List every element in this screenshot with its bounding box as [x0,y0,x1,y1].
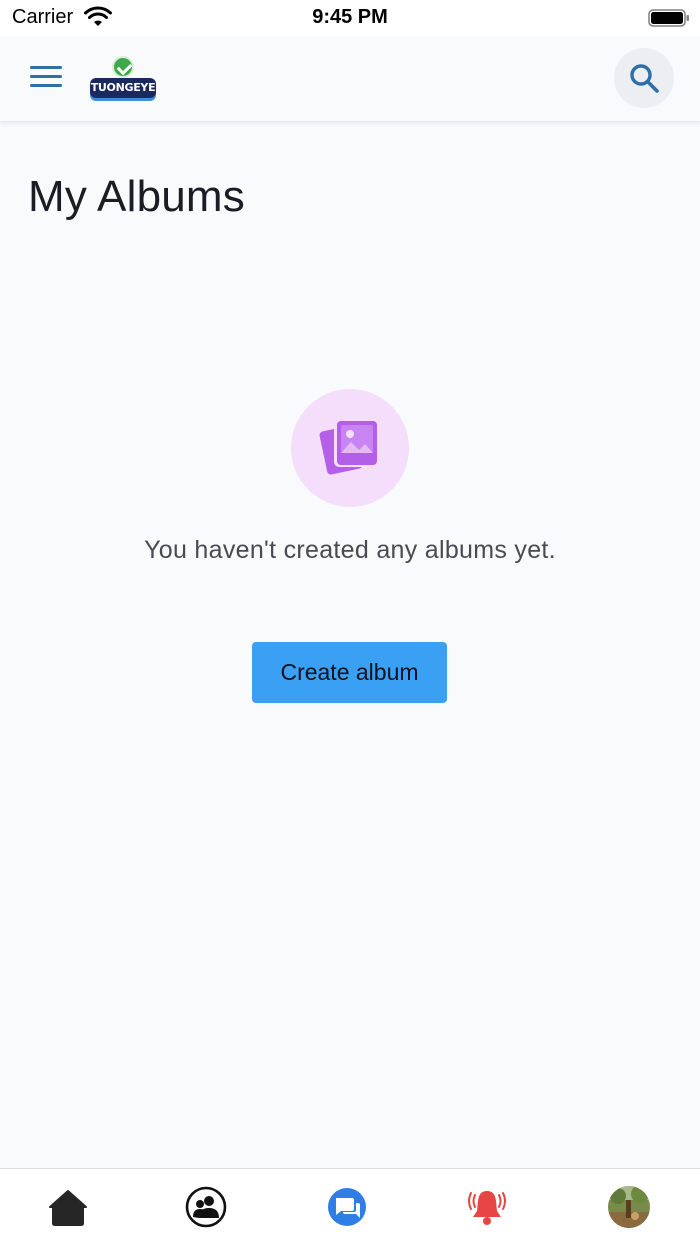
nav-notifications[interactable] [465,1185,509,1229]
notifications-bell-icon [468,1191,506,1225]
nav-friends[interactable] [184,1185,228,1229]
logo-text: TUONGEYE [90,78,156,98]
app-logo[interactable]: TUONGEYE [90,56,156,104]
bottom-navigation [0,1168,700,1244]
nav-messages[interactable] [325,1185,369,1229]
menu-button[interactable] [26,60,66,98]
search-button[interactable] [614,48,674,108]
photo-album-icon [319,419,378,475]
create-album-button[interactable]: Create album [252,642,447,703]
page-title: My Albums [28,172,245,221]
search-icon [630,64,659,93]
nav-home[interactable] [46,1185,90,1229]
home-icon [49,1190,87,1226]
app-header: TUONGEYE [0,36,700,122]
hamburger-menu-icon [30,66,62,69]
nav-profile[interactable] [608,1186,650,1228]
empty-state-icon-container [291,389,409,507]
status-bar: Carrier 9:45 PM [0,0,700,36]
battery-icon [648,9,689,27]
profile-avatar [608,1186,650,1228]
friends-icon [185,1186,227,1228]
check-badge-icon [112,56,134,78]
status-time: 9:45 PM [312,6,388,28]
messages-icon [328,1188,366,1226]
empty-state-message: You haven't created any albums yet. [144,536,556,564]
